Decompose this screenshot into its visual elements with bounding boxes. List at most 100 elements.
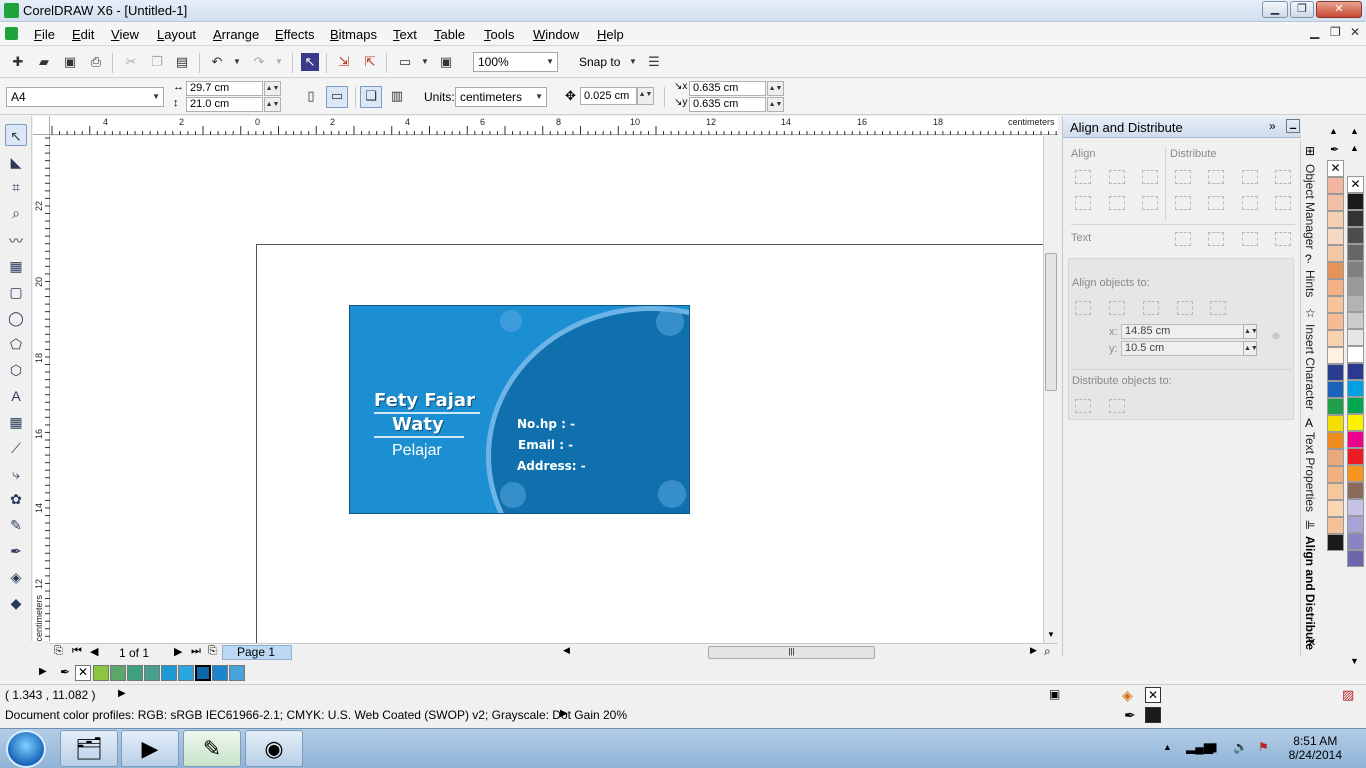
- tab-align-and-distribute[interactable]: Align and Distribute: [1303, 536, 1317, 650]
- palette-color-swatch[interactable]: [1347, 414, 1364, 431]
- distribute-top-icon[interactable]: [1175, 196, 1191, 210]
- align-to-active-icon[interactable]: [1075, 301, 1091, 315]
- document-color-swatch[interactable]: [161, 665, 177, 681]
- text-tool-icon[interactable]: A: [5, 385, 27, 407]
- volume-icon[interactable]: 🔈: [1233, 740, 1248, 754]
- freehand-tool-icon[interactable]: 〰: [5, 230, 27, 252]
- cut-icon[interactable]: ✂: [122, 53, 140, 71]
- palette-color-swatch[interactable]: [1327, 177, 1344, 194]
- align-to-page-center-icon[interactable]: [1143, 301, 1159, 315]
- interactive-fill-icon[interactable]: ◆: [5, 592, 27, 614]
- search-content-icon[interactable]: ↖: [301, 53, 319, 71]
- new-document-icon[interactable]: ✚: [9, 53, 27, 71]
- distribute-right-icon[interactable]: [1275, 170, 1291, 184]
- card-phone[interactable]: No.hp : -: [517, 417, 575, 431]
- card-role[interactable]: Pelajar: [392, 442, 442, 460]
- palette-color-swatch[interactable]: [1347, 397, 1364, 414]
- palette-color-swatch[interactable]: [1347, 278, 1364, 295]
- palette-scroll-up-icon[interactable]: ▲: [1350, 126, 1359, 136]
- save-icon[interactable]: ▣: [61, 53, 79, 71]
- palette-color-swatch[interactable]: [1347, 465, 1364, 482]
- export-icon[interactable]: ⇱: [361, 53, 379, 71]
- card-flower-shape[interactable]: [658, 480, 686, 508]
- units-select[interactable]: centimeters ▼: [455, 87, 547, 107]
- redo-dropdown-icon[interactable]: ▼: [270, 53, 288, 71]
- palette-color-swatch[interactable]: [1347, 210, 1364, 227]
- menu-layout[interactable]: Layout: [157, 27, 196, 42]
- align-bottom-icon[interactable]: [1142, 196, 1158, 210]
- palette-color-swatch[interactable]: [1327, 398, 1344, 415]
- vertical-scroll-thumb[interactable]: [1045, 253, 1057, 391]
- shape-tool-icon[interactable]: ◣: [5, 151, 27, 173]
- scroll-down-icon[interactable]: ▼: [1047, 630, 1055, 639]
- palette-color-swatch[interactable]: [1327, 330, 1344, 347]
- vertical-scrollbar[interactable]: ▼: [1043, 136, 1058, 643]
- palette-color-swatch[interactable]: [1347, 550, 1364, 567]
- align-right-icon[interactable]: [1142, 170, 1158, 184]
- pick-tool-icon[interactable]: ↖: [5, 124, 27, 146]
- minimize-button[interactable]: ▁: [1262, 1, 1288, 18]
- undo-icon[interactable]: ↶: [208, 53, 226, 71]
- eyedropper-icon[interactable]: ✒: [60, 665, 70, 679]
- palette-color-swatch[interactable]: [1327, 262, 1344, 279]
- application-launcher-icon[interactable]: ▭: [396, 53, 414, 71]
- palette-color-swatch[interactable]: [1347, 295, 1364, 312]
- palette-color-swatch[interactable]: [1347, 516, 1364, 533]
- palette-menu-icon[interactable]: ▶: [39, 666, 47, 677]
- paste-icon[interactable]: ▤: [173, 53, 191, 71]
- no-fill-swatch[interactable]: ✕: [1327, 160, 1344, 177]
- action-center-icon[interactable]: ⚑: [1258, 740, 1269, 754]
- landscape-icon[interactable]: ▭: [326, 86, 348, 108]
- x-spinner[interactable]: ▲▼: [1243, 324, 1258, 339]
- doc-close-button[interactable]: ✕: [1350, 25, 1360, 39]
- palette-color-swatch[interactable]: [1347, 312, 1364, 329]
- menu-tools[interactable]: Tools: [484, 27, 514, 42]
- prev-page-icon[interactable]: ◀: [90, 645, 98, 658]
- expand-profiles-icon[interactable]: ▶: [560, 708, 568, 719]
- color-profiles-text[interactable]: Document color profiles: RGB: sRGB IEC61…: [5, 708, 627, 722]
- palette-color-swatch[interactable]: [1327, 296, 1344, 313]
- open-folder-icon[interactable]: ▰: [35, 53, 53, 71]
- horizontal-ruler[interactable]: 4 2 0 2 4 6 8 10 12 14 16 18 centimeters: [50, 116, 1058, 135]
- no-outline-swatch[interactable]: ✕: [1347, 176, 1364, 193]
- crop-tool-icon[interactable]: ⌗: [5, 176, 27, 198]
- firefox-taskbar-icon[interactable]: ◉: [245, 730, 303, 767]
- no-color-swatch[interactable]: ✕: [75, 665, 91, 681]
- all-pages-icon[interactable]: ❏: [360, 86, 382, 108]
- first-page-icon[interactable]: ⏮: [72, 645, 82, 658]
- menu-text[interactable]: Text: [393, 27, 417, 42]
- distribute-spacing-icon[interactable]: [1242, 170, 1258, 184]
- close-button[interactable]: ✕: [1316, 1, 1362, 18]
- polygon-tool-icon[interactable]: ⬠: [5, 333, 27, 355]
- horizontal-scroll-thumb[interactable]: |||: [708, 646, 875, 659]
- palette-color-swatch[interactable]: [1347, 448, 1364, 465]
- menu-arrange[interactable]: Arrange: [213, 27, 259, 42]
- text-line-icon[interactable]: [1208, 232, 1224, 246]
- vertical-ruler[interactable]: 22 20 18 16 14 12 centimeters: [33, 135, 50, 642]
- align-left-icon[interactable]: [1075, 170, 1091, 184]
- width-spinner[interactable]: ▲▼: [264, 81, 281, 96]
- outline-indicator-icon[interactable]: ✒: [1124, 707, 1136, 724]
- card-name-line2[interactable]: Waty: [392, 414, 444, 435]
- menu-edit[interactable]: Edit: [72, 27, 94, 42]
- palette-color-swatch[interactable]: [1347, 499, 1364, 516]
- next-page-icon[interactable]: ▶: [174, 645, 182, 658]
- palette-color-swatch[interactable]: [1347, 533, 1364, 550]
- welcome-screen-icon[interactable]: ▣: [437, 53, 455, 71]
- align-to-point-icon[interactable]: [1210, 301, 1226, 315]
- menu-bitmaps[interactable]: Bitmaps: [330, 27, 377, 42]
- palette-color-swatch[interactable]: [1347, 227, 1364, 244]
- palette-color-swatch[interactable]: [1327, 194, 1344, 211]
- doc-restore-button[interactable]: ❐: [1330, 25, 1341, 39]
- palette-eyedropper-icon[interactable]: ✒: [1330, 143, 1339, 156]
- docker-expand-icon[interactable]: »: [1269, 119, 1276, 133]
- y-position-field[interactable]: 10.5 cm: [1121, 341, 1249, 356]
- palette-color-swatch[interactable]: [1327, 415, 1344, 432]
- fill-none-swatch[interactable]: ✕: [1145, 687, 1161, 703]
- snap-dropdown-icon[interactable]: ▼: [624, 53, 642, 71]
- current-page-icon[interactable]: ▥: [388, 87, 406, 105]
- distribute-vspacing-icon[interactable]: [1242, 196, 1258, 210]
- last-page-icon[interactable]: ⏭: [191, 645, 201, 658]
- text-baseline-icon[interactable]: [1175, 232, 1191, 246]
- palette-scroll-up-icon[interactable]: ▲: [1329, 126, 1338, 136]
